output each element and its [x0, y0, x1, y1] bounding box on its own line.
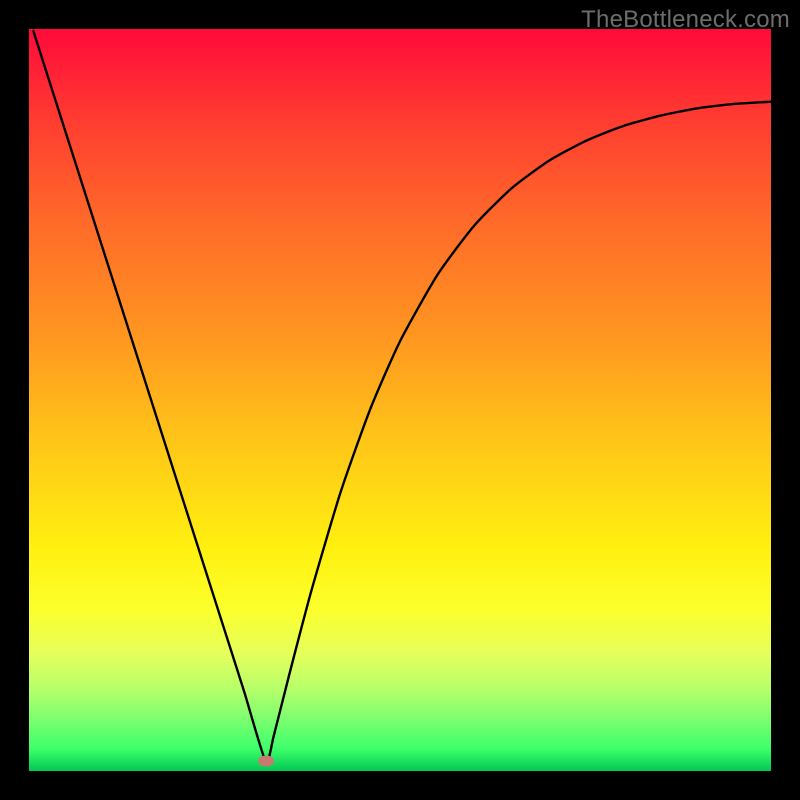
chart-frame: TheBottleneck.com [0, 0, 800, 800]
curve-path [33, 31, 771, 762]
series-bottleneck-curve [29, 29, 771, 771]
minimum-marker [258, 756, 274, 767]
plot-area [29, 29, 771, 771]
watermark-text: TheBottleneck.com [581, 6, 790, 34]
